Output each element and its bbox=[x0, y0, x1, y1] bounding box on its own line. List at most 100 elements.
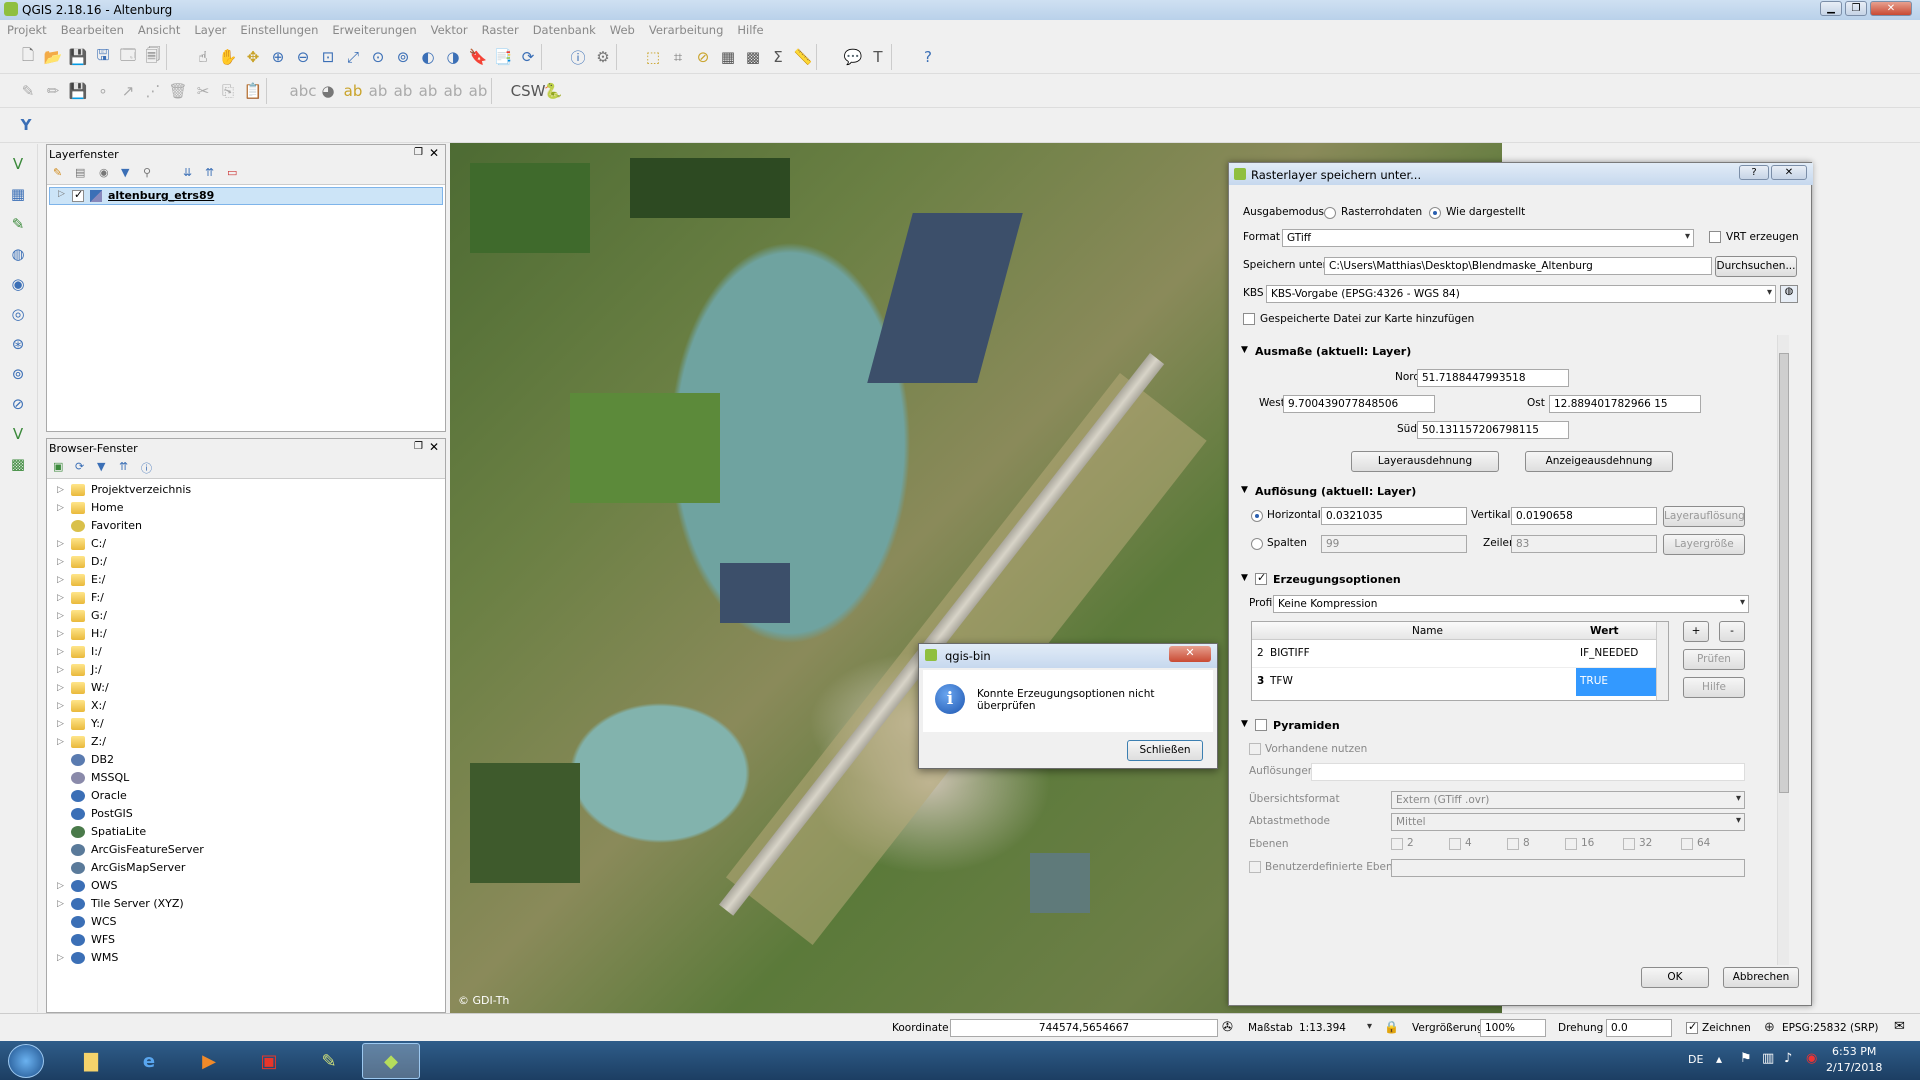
expand-all-icon[interactable]: ⇊ bbox=[183, 166, 192, 179]
create-options-checkbox[interactable] bbox=[1255, 571, 1267, 585]
browser-item[interactable]: DB2 bbox=[47, 751, 445, 769]
expand-arrow-icon[interactable]: ▷ bbox=[57, 535, 64, 553]
volume-icon[interactable]: ♪ bbox=[1784, 1051, 1792, 1066]
browse-button[interactable]: Durchsuchen... bbox=[1715, 256, 1797, 277]
browser-item[interactable]: ▷ G:/ bbox=[47, 607, 445, 625]
collapse-arrow-icon[interactable]: ▼ bbox=[1241, 573, 1248, 583]
msg-close-button[interactable]: ✕ bbox=[1169, 646, 1211, 662]
menu-item[interactable]: Bearbeiten bbox=[54, 20, 131, 37]
qgis-app-icon[interactable]: ◆ bbox=[362, 1043, 420, 1079]
level-checkbox[interactable] bbox=[1391, 838, 1403, 850]
cancel-button[interactable]: Abbrechen bbox=[1723, 967, 1799, 988]
add-layer-icon[interactable]: ▣ bbox=[53, 460, 63, 473]
browser-item[interactable]: ▷ F:/ bbox=[47, 589, 445, 607]
level-checkbox[interactable] bbox=[1565, 838, 1577, 850]
horizontal-input[interactable]: 0.0321035 bbox=[1321, 507, 1467, 525]
filter-legend-icon[interactable]: ⚲ bbox=[143, 166, 151, 179]
expand-arrow-icon[interactable]: ▷ bbox=[57, 895, 64, 913]
add-to-map-checkbox[interactable] bbox=[1243, 313, 1255, 325]
expand-arrow-icon[interactable]: ▷ bbox=[57, 715, 64, 733]
add-virtual-layer-icon[interactable]: ⊘ bbox=[6, 392, 30, 416]
notepad-app-icon[interactable]: ✎ bbox=[300, 1043, 358, 1079]
remove-layer-icon[interactable]: ▭ bbox=[227, 166, 237, 179]
format-select[interactable]: GTiff bbox=[1282, 229, 1694, 247]
touch-icon[interactable]: ☝ bbox=[191, 45, 215, 69]
browser-item[interactable]: ▷ Home bbox=[47, 499, 445, 517]
option-name[interactable]: BIGTIFF bbox=[1270, 647, 1310, 659]
filter-icon[interactable]: ▼ bbox=[97, 460, 105, 473]
add-postgis-layer-icon[interactable]: ◉ bbox=[6, 272, 30, 296]
current-edits-icon[interactable]: ✎ bbox=[16, 79, 40, 103]
level-checkbox[interactable] bbox=[1507, 838, 1519, 850]
refresh-icon[interactable]: ⟳ bbox=[75, 460, 84, 473]
save-project-icon[interactable]: 💾 bbox=[66, 45, 90, 69]
browser-item[interactable]: MSSQL bbox=[47, 769, 445, 787]
map-tips-icon[interactable]: 💬 bbox=[841, 45, 865, 69]
help-options-button[interactable]: Hilfe bbox=[1683, 677, 1745, 698]
browser-item[interactable]: ▷ WMS bbox=[47, 949, 445, 967]
menu-item[interactable]: Raster bbox=[475, 20, 526, 37]
move-label-icon[interactable]: ab bbox=[416, 79, 440, 103]
visibility-icon[interactable]: ◉ bbox=[99, 166, 109, 179]
browser-item[interactable]: ▷ E:/ bbox=[47, 571, 445, 589]
menu-item[interactable]: Hilfe bbox=[730, 20, 770, 37]
text-annotation-icon[interactable]: T bbox=[866, 45, 890, 69]
clock-date[interactable]: 2/17/2018 bbox=[1826, 1061, 1882, 1074]
expand-arrow-icon[interactable]: ▷ bbox=[57, 733, 64, 751]
filter-icon[interactable]: ▼ bbox=[121, 166, 129, 179]
zoom-selection-icon[interactable]: ⊙ bbox=[366, 45, 390, 69]
media-player-app-icon[interactable]: ▶ bbox=[180, 1043, 238, 1079]
menu-item[interactable]: Vektor bbox=[424, 20, 475, 37]
table-scrollbar[interactable] bbox=[1656, 622, 1668, 700]
browser-item[interactable]: ▷ Z:/ bbox=[47, 733, 445, 751]
collapse-arrow-icon[interactable]: ▼ bbox=[1241, 485, 1248, 495]
table-row[interactable]: 3 TFW TRUE bbox=[1252, 668, 1656, 696]
layer-resolution-button[interactable]: Layerauflösung bbox=[1663, 506, 1745, 527]
collapse-arrow-icon[interactable]: ▼ bbox=[1241, 345, 1248, 355]
browser-item[interactable]: WFS bbox=[47, 931, 445, 949]
expand-arrow-icon[interactable]: ▷ bbox=[57, 661, 64, 679]
rotation-input[interactable]: 0.0 bbox=[1606, 1019, 1672, 1037]
measure-icon[interactable]: 📏 bbox=[791, 45, 815, 69]
menu-item[interactable]: Erweiterungen bbox=[325, 20, 423, 37]
add-spatialite-layer-icon[interactable]: ◍ bbox=[6, 242, 30, 266]
resample-select[interactable]: Mittel bbox=[1391, 813, 1745, 831]
size-radio[interactable] bbox=[1251, 538, 1263, 550]
zoom-out-icon[interactable]: ⊖ bbox=[291, 45, 315, 69]
open-project-icon[interactable]: 📂 bbox=[41, 45, 65, 69]
antivirus-icon[interactable]: ◉ bbox=[1806, 1051, 1817, 1066]
close-icon[interactable]: ✕ bbox=[429, 146, 439, 160]
ie-app-icon[interactable]: e bbox=[120, 1043, 178, 1079]
browser-item[interactable]: ▷ I:/ bbox=[47, 643, 445, 661]
browser-item[interactable]: ▷ H:/ bbox=[47, 625, 445, 643]
expand-arrow-icon[interactable]: ▷ bbox=[58, 189, 65, 199]
resolutions-input[interactable] bbox=[1311, 763, 1745, 781]
action-icon[interactable]: ⚙ bbox=[591, 45, 615, 69]
menu-item[interactable]: Ansicht bbox=[131, 20, 187, 37]
save-edits-icon[interactable]: 💾 bbox=[66, 79, 90, 103]
label-icon[interactable]: abc bbox=[290, 79, 317, 103]
option-name[interactable]: TFW bbox=[1270, 675, 1293, 687]
highlight-labels-icon[interactable]: ab bbox=[341, 79, 365, 103]
layer-size-button[interactable]: Layergröße bbox=[1663, 534, 1745, 555]
browser-item[interactable]: Favoriten bbox=[47, 517, 445, 535]
show-hide-labels-icon[interactable]: ab bbox=[391, 79, 415, 103]
validate-button[interactable]: Prüfen bbox=[1683, 649, 1745, 670]
collapse-all-icon[interactable]: ⇈ bbox=[119, 460, 128, 473]
zoom-next-icon[interactable]: ◑ bbox=[441, 45, 465, 69]
add-delimited-text-icon[interactable]: ✎ bbox=[6, 212, 30, 236]
magnifier-input[interactable]: 100% bbox=[1480, 1019, 1546, 1037]
deselect-icon[interactable]: ⊘ bbox=[691, 45, 715, 69]
new-project-icon[interactable]: 🗋 bbox=[16, 45, 40, 69]
rotate-label-icon[interactable]: ab bbox=[441, 79, 465, 103]
east-input[interactable]: 12.889401782966 15 bbox=[1549, 395, 1701, 413]
expand-arrow-icon[interactable]: ▷ bbox=[57, 553, 64, 571]
layer-row[interactable]: ▷ altenburg_etrs89 bbox=[49, 187, 443, 205]
add-wfs-layer-icon[interactable]: ⊚ bbox=[6, 362, 30, 386]
toggle-editing-icon[interactable]: ✏ bbox=[41, 79, 65, 103]
table-row[interactable]: 2 BIGTIFF IF_NEEDED bbox=[1252, 640, 1656, 668]
add-raster-layer-icon[interactable]: ▦ bbox=[6, 182, 30, 206]
zoom-last-icon[interactable]: ◐ bbox=[416, 45, 440, 69]
csw-icon[interactable]: CSW bbox=[511, 79, 546, 103]
rows-input[interactable]: 83 bbox=[1511, 535, 1657, 553]
